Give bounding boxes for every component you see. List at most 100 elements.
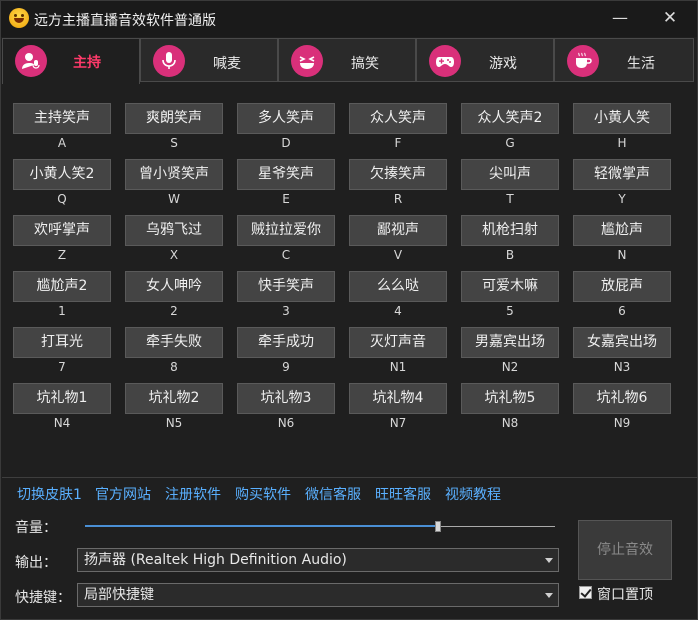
link-wechat-support[interactable]: 微信客服 bbox=[305, 484, 361, 504]
tab-games[interactable]: 游戏 bbox=[416, 38, 554, 82]
sound-button[interactable]: 牵手成功 bbox=[237, 327, 335, 358]
sound-button[interactable]: 牵手失败 bbox=[125, 327, 223, 358]
link-register[interactable]: 注册软件 bbox=[165, 484, 221, 504]
always-on-top-checkbox[interactable] bbox=[579, 586, 592, 599]
sound-hotkey-label: G bbox=[505, 136, 515, 150]
hotkey-mode-value: 局部快捷键 bbox=[84, 587, 154, 603]
sound-hotkey-label: 9 bbox=[282, 360, 290, 374]
category-tabs: 主持 喊麦 搞笑 游戏 生活 bbox=[2, 38, 696, 84]
sound-button[interactable]: 坑礼物6 bbox=[573, 383, 671, 414]
sound-button[interactable]: 坑礼物4 bbox=[349, 383, 447, 414]
sound-button[interactable]: 坑礼物1 bbox=[13, 383, 111, 414]
sound-button[interactable]: 快手笑声 bbox=[237, 271, 335, 302]
link-video-tutorial[interactable]: 视频教程 bbox=[445, 484, 501, 504]
sound-hotkey-label: 8 bbox=[170, 360, 178, 374]
sound-hotkey-label: N4 bbox=[53, 416, 71, 430]
sound-button[interactable]: 尖叫声 bbox=[461, 159, 559, 190]
sound-hotkey-label: W bbox=[168, 192, 180, 206]
sound-hotkey-label: Y bbox=[618, 192, 626, 206]
link-official-site[interactable]: 官方网站 bbox=[95, 484, 151, 504]
sound-button[interactable]: 鄙视声 bbox=[349, 215, 447, 246]
sound-button[interactable]: 女人呻吟 bbox=[125, 271, 223, 302]
minimize-button[interactable]: — bbox=[608, 7, 632, 31]
always-on-top-label: 窗口置顶 bbox=[597, 587, 653, 603]
sound-button[interactable]: 主持笑声 bbox=[13, 103, 111, 134]
user-mic-icon bbox=[15, 45, 47, 77]
tab-life[interactable]: 生活 bbox=[554, 38, 694, 82]
hotkey-label: 快捷键： bbox=[15, 590, 71, 606]
sound-button[interactable]: 灭灯声音 bbox=[349, 327, 447, 358]
volume-slider[interactable] bbox=[85, 521, 555, 532]
output-device-select[interactable]: 扬声器 (Realtek High Definition Audio) bbox=[77, 548, 559, 572]
sound-hotkey-label: T bbox=[506, 192, 514, 206]
tab-label: 游戏 bbox=[489, 56, 517, 72]
sound-button[interactable]: 乌鸦飞过 bbox=[125, 215, 223, 246]
sound-button[interactable]: 贼拉拉爱你 bbox=[237, 215, 335, 246]
volume-label: 音量： bbox=[15, 520, 57, 536]
hotkey-mode-select[interactable]: 局部快捷键 bbox=[77, 583, 559, 607]
sound-button[interactable]: 尴尬声 bbox=[573, 215, 671, 246]
sound-button[interactable]: 星爷笑声 bbox=[237, 159, 335, 190]
sound-button[interactable]: 坑礼物3 bbox=[237, 383, 335, 414]
sound-button[interactable]: 小黄人笑 bbox=[573, 103, 671, 134]
chevron-down-icon bbox=[545, 558, 553, 563]
sound-hotkey-label: C bbox=[281, 248, 291, 262]
sound-button[interactable]: 机枪扫射 bbox=[461, 215, 559, 246]
sound-hotkey-label: R bbox=[393, 192, 403, 206]
sound-button[interactable]: 轻微掌声 bbox=[573, 159, 671, 190]
volume-slider-fill bbox=[85, 525, 438, 527]
sound-button[interactable]: 曾小贤笑声 bbox=[125, 159, 223, 190]
sound-button[interactable]: 可爱木嘛 bbox=[461, 271, 559, 302]
sound-button[interactable]: 众人笑声 bbox=[349, 103, 447, 134]
chevron-down-icon bbox=[545, 593, 553, 598]
smiley-app-icon bbox=[9, 8, 29, 28]
sound-hotkey-label: S bbox=[170, 136, 178, 150]
sound-hotkey-label: Z bbox=[57, 248, 67, 262]
sound-button[interactable]: 放屁声 bbox=[573, 271, 671, 302]
tab-label: 喊麦 bbox=[213, 56, 241, 72]
sound-hotkey-label: N5 bbox=[165, 416, 183, 430]
sound-hotkey-label: 5 bbox=[506, 304, 514, 318]
volume-slider-thumb[interactable] bbox=[435, 521, 441, 532]
tab-shout-mic[interactable]: 喊麦 bbox=[140, 38, 278, 82]
tab-label: 生活 bbox=[627, 56, 655, 72]
sound-hotkey-label: B bbox=[505, 248, 515, 262]
tab-host[interactable]: 主持 bbox=[2, 38, 140, 84]
sound-button[interactable]: 坑礼物2 bbox=[125, 383, 223, 414]
coffee-cup-icon bbox=[567, 45, 599, 77]
tab-funny[interactable]: 搞笑 bbox=[278, 38, 416, 82]
sound-button[interactable]: 么么哒 bbox=[349, 271, 447, 302]
sound-hotkey-label: D bbox=[281, 136, 291, 150]
sound-button[interactable]: 小黄人笑2 bbox=[13, 159, 111, 190]
sound-hotkey-label: N3 bbox=[613, 360, 631, 374]
sound-button[interactable]: 欢呼掌声 bbox=[13, 215, 111, 246]
sound-button[interactable]: 欠揍笑声 bbox=[349, 159, 447, 190]
sound-hotkey-label: 4 bbox=[394, 304, 402, 318]
sound-hotkey-label: A bbox=[57, 136, 67, 150]
sound-hotkey-label: V bbox=[393, 248, 403, 262]
sound-button[interactable]: 爽朗笑声 bbox=[125, 103, 223, 134]
title-bar: 远方主播直播音效软件普通版 — ✕ bbox=[1, 1, 697, 37]
sound-button[interactable]: 尴尬声2 bbox=[13, 271, 111, 302]
sound-hotkey-label: 6 bbox=[618, 304, 626, 318]
sound-hotkey-label: N8 bbox=[501, 416, 519, 430]
sound-button[interactable]: 众人笑声2 bbox=[461, 103, 559, 134]
link-switch-skin[interactable]: 切换皮肤1 bbox=[17, 484, 82, 504]
sound-button[interactable]: 多人笑声 bbox=[237, 103, 335, 134]
sound-button[interactable]: 打耳光 bbox=[13, 327, 111, 358]
sound-button[interactable]: 坑礼物5 bbox=[461, 383, 559, 414]
sound-hotkey-label: E bbox=[282, 192, 290, 206]
stop-sound-button[interactable]: 停止音效 bbox=[578, 520, 672, 580]
sound-button[interactable]: 男嘉宾出场 bbox=[461, 327, 559, 358]
output-label: 输出： bbox=[15, 555, 57, 571]
sound-hotkey-label: X bbox=[169, 248, 179, 262]
sound-hotkey-label: N6 bbox=[277, 416, 295, 430]
tab-label: 主持 bbox=[73, 55, 101, 71]
sound-hotkey-label: N1 bbox=[389, 360, 407, 374]
sound-button[interactable]: 女嘉宾出场 bbox=[573, 327, 671, 358]
link-wangwang-support[interactable]: 旺旺客服 bbox=[375, 484, 431, 504]
link-buy[interactable]: 购买软件 bbox=[235, 484, 291, 504]
sound-hotkey-label: N bbox=[617, 248, 627, 262]
close-button[interactable]: ✕ bbox=[658, 7, 682, 31]
window-title: 远方主播直播音效软件普通版 bbox=[34, 13, 216, 29]
